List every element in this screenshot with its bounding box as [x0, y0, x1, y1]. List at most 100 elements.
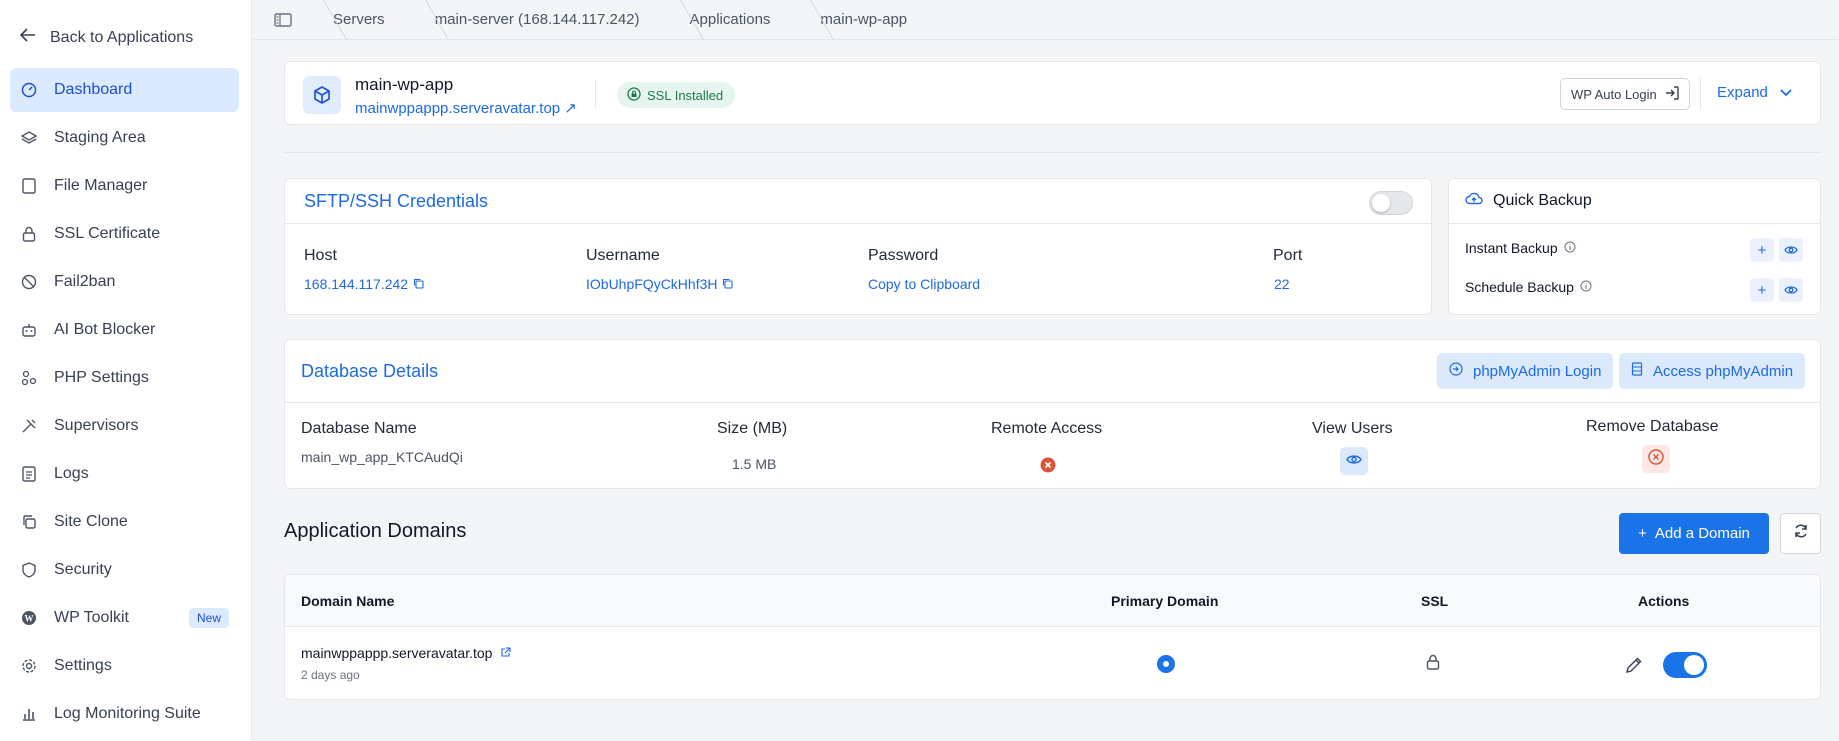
- external-arrow-icon: ↗: [560, 100, 577, 117]
- sidebar-item-fail2ban[interactable]: Fail2ban: [10, 260, 239, 304]
- sidebar-item-ssl-certificate[interactable]: SSL Certificate: [10, 212, 239, 256]
- copy-icon[interactable]: [413, 276, 424, 292]
- instant-backup-add-button[interactable]: +: [1750, 238, 1774, 262]
- edit-pencil-icon[interactable]: [1625, 656, 1643, 679]
- schedule-backup-add-button[interactable]: +: [1750, 278, 1774, 302]
- host-label: Host: [304, 247, 337, 264]
- layers-icon: [20, 129, 38, 147]
- password-label: Password: [868, 247, 939, 264]
- login-icon: [1665, 85, 1679, 103]
- breadcrumb-servers[interactable]: Servers: [313, 0, 415, 40]
- quick-backup-card: Quick Backup Instant Backup + Schedule B…: [1448, 178, 1821, 315]
- svg-text:W: W: [25, 614, 34, 624]
- breadcrumb-applications[interactable]: Applications: [670, 0, 801, 40]
- ban-icon: [20, 273, 38, 291]
- sidebar-toggle-icon[interactable]: [253, 12, 313, 27]
- domain-link[interactable]: mainwppappp.serveravatar.top: [301, 645, 512, 661]
- instant-backup-view-button[interactable]: [1779, 238, 1803, 262]
- arrow-left-icon: [19, 28, 36, 47]
- sidebar-item-logs[interactable]: Logs: [10, 452, 239, 496]
- port-label: Port: [1273, 247, 1303, 264]
- sidebar: Back to Applications Dashboard Staging A…: [0, 0, 252, 741]
- application-domains-title: Application Domains: [284, 520, 467, 542]
- plus-icon: +: [1638, 525, 1647, 542]
- sidebar-item-security[interactable]: Security: [10, 548, 239, 592]
- ssl-lock-icon: [1426, 654, 1440, 675]
- file-icon: [20, 177, 38, 195]
- add-domain-button[interactable]: + Add a Domain: [1619, 513, 1769, 554]
- view-users-label: View Users: [1312, 420, 1393, 437]
- plus-icon: +: [1757, 281, 1767, 299]
- database-details-card: Database Details phpMyAdmin Login Access…: [284, 339, 1821, 489]
- schedule-backup-view-button[interactable]: [1779, 278, 1803, 302]
- host-value[interactable]: 168.144.117.242: [304, 276, 424, 292]
- backup-card-header: Quick Backup: [1449, 179, 1820, 224]
- sidebar-item-php-settings[interactable]: PHP Settings: [10, 356, 239, 400]
- info-icon[interactable]: [1564, 240, 1576, 256]
- eye-icon: [1784, 282, 1798, 299]
- phpmyadmin-login-button[interactable]: phpMyAdmin Login: [1437, 353, 1614, 389]
- wp-auto-login-button[interactable]: WP Auto Login: [1560, 78, 1690, 110]
- copy-password-link[interactable]: Copy to Clipboard: [868, 276, 980, 292]
- breadcrumb: Servers main-server (168.144.117.242) Ap…: [253, 0, 1839, 40]
- database-icon: [1631, 362, 1643, 380]
- ssl-status-badge: SSL Installed: [617, 82, 736, 108]
- shield-icon: [20, 561, 38, 579]
- database-card-header: Database Details phpMyAdmin Login Access…: [285, 340, 1820, 403]
- sidebar-item-settings[interactable]: Settings: [10, 644, 239, 688]
- wordpress-icon: W: [20, 609, 38, 627]
- column-ssl: SSL: [1421, 593, 1449, 609]
- sidebar-item-site-clone[interactable]: Site Clone: [10, 500, 239, 544]
- copy-icon: [20, 513, 38, 531]
- back-to-applications-link[interactable]: Back to Applications: [19, 28, 193, 47]
- sftp-title: SFTP/SSH Credentials: [304, 191, 489, 211]
- domains-table-header: Domain Name Primary Domain SSL Actions: [285, 575, 1820, 627]
- copy-icon[interactable]: [722, 276, 734, 292]
- sidebar-item-supervisors[interactable]: Supervisors: [10, 404, 239, 448]
- access-phpmyadmin-button[interactable]: Access phpMyAdmin: [1619, 353, 1806, 389]
- database-name-value: main_wp_app_KTCAudQi: [301, 449, 463, 465]
- sftp-toggle[interactable]: [1369, 191, 1413, 215]
- gauge-icon: [20, 81, 38, 99]
- app-url-link[interactable]: mainwppappp.serveravatar.top ↗: [355, 99, 577, 117]
- tools-icon: [20, 417, 38, 435]
- sidebar-item-ai-bot-blocker[interactable]: AI Bot Blocker: [10, 308, 239, 352]
- refresh-button[interactable]: [1780, 513, 1821, 554]
- primary-domain-radio[interactable]: [1157, 655, 1175, 673]
- database-name-label: Database Name: [301, 420, 417, 437]
- login-circle-icon: [1449, 362, 1463, 380]
- close-circle-icon: [1648, 448, 1664, 470]
- sidebar-item-staging-area[interactable]: Staging Area: [10, 116, 239, 160]
- sidebar-item-log-monitoring-suite[interactable]: Log Monitoring Suite: [10, 692, 239, 736]
- remove-database-button[interactable]: [1642, 445, 1670, 473]
- cloud-upload-icon: [1465, 191, 1483, 210]
- backup-title: Quick Backup: [1465, 191, 1592, 210]
- sftp-credentials-card: SFTP/SSH Credentials Host 168.144.117.24…: [284, 178, 1432, 315]
- column-actions: Actions: [1638, 593, 1690, 609]
- domain-enable-toggle[interactable]: [1663, 652, 1707, 678]
- nodes-icon: [20, 369, 38, 387]
- app-name: main-wp-app: [355, 75, 454, 94]
- eye-icon: [1346, 452, 1362, 470]
- section-divider: [284, 152, 1821, 153]
- sidebar-item-wp-toolkit[interactable]: W WP Toolkit New: [10, 596, 239, 640]
- sftp-card-header: SFTP/SSH Credentials: [285, 179, 1431, 224]
- plus-icon: +: [1757, 241, 1767, 259]
- expand-button[interactable]: Expand: [1717, 84, 1792, 101]
- breadcrumb-app: main-wp-app: [800, 0, 937, 40]
- remove-database-label: Remove Database: [1586, 418, 1719, 435]
- port-value: 22: [1274, 276, 1290, 292]
- username-value[interactable]: IObUhpFQyCkHhf3H: [586, 276, 734, 292]
- refresh-icon: [1793, 523, 1809, 544]
- breadcrumb-server[interactable]: main-server (168.144.117.242): [415, 0, 670, 40]
- sidebar-item-dashboard[interactable]: Dashboard: [10, 68, 239, 112]
- external-link-icon[interactable]: [500, 645, 512, 661]
- info-icon[interactable]: [1580, 279, 1592, 295]
- divider: [595, 80, 596, 108]
- database-title: Database Details: [301, 361, 439, 381]
- new-badge: New: [188, 608, 229, 628]
- remote-access-disabled-icon[interactable]: [1040, 457, 1056, 473]
- sidebar-item-file-manager[interactable]: File Manager: [10, 164, 239, 208]
- robot-icon: [20, 321, 38, 339]
- view-users-button[interactable]: [1340, 447, 1368, 475]
